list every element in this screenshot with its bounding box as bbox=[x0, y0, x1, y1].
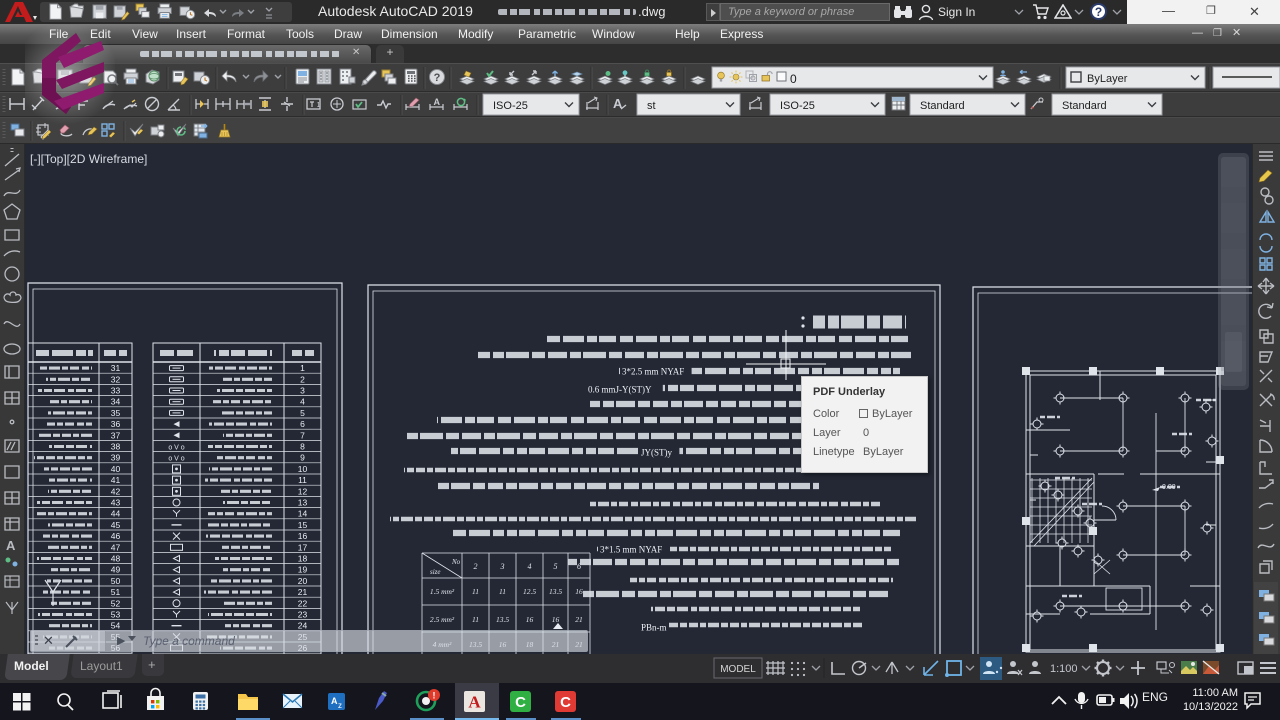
svg-text:2: 2 bbox=[474, 562, 478, 571]
svg-text:size: size bbox=[430, 568, 441, 576]
svg-text:3*1.5 mm NYAF: 3*1.5 mm NYAF bbox=[600, 545, 662, 555]
svg-text:No: No bbox=[451, 558, 461, 566]
svg-text:49: 49 bbox=[111, 565, 121, 575]
svg-text:20: 20 bbox=[298, 576, 308, 586]
svg-text:44: 44 bbox=[111, 509, 121, 519]
svg-text:34: 34 bbox=[111, 397, 121, 407]
svg-text:19: 19 bbox=[298, 565, 308, 575]
svg-text:32: 32 bbox=[111, 374, 121, 384]
svg-text:11: 11 bbox=[298, 475, 307, 485]
svg-text:12.5: 12.5 bbox=[523, 587, 536, 596]
svg-text:2: 2 bbox=[300, 374, 305, 384]
svg-text:45: 45 bbox=[111, 520, 121, 530]
svg-text:4: 4 bbox=[528, 562, 532, 571]
svg-text:0.00: 0.00 bbox=[1162, 484, 1176, 491]
svg-text:st: st bbox=[647, 100, 656, 112]
svg-text:47: 47 bbox=[111, 542, 121, 552]
svg-text:16: 16 bbox=[575, 587, 583, 596]
svg-text:11: 11 bbox=[472, 587, 479, 596]
svg-text:11: 11 bbox=[472, 615, 479, 624]
svg-text:53: 53 bbox=[111, 610, 121, 620]
svg-text:42: 42 bbox=[111, 486, 121, 496]
svg-text:41: 41 bbox=[111, 475, 121, 485]
svg-text:50: 50 bbox=[111, 576, 121, 586]
svg-text:16: 16 bbox=[552, 615, 560, 624]
svg-text:14: 14 bbox=[298, 509, 308, 519]
svg-text:35: 35 bbox=[111, 408, 121, 418]
svg-text:13.5: 13.5 bbox=[496, 615, 509, 624]
svg-text:39: 39 bbox=[111, 453, 121, 463]
svg-text:38: 38 bbox=[111, 442, 121, 452]
svg-text:36: 36 bbox=[111, 419, 121, 429]
svg-text:43: 43 bbox=[111, 498, 121, 508]
svg-text:31: 31 bbox=[111, 363, 121, 373]
svg-text:8: 8 bbox=[300, 442, 305, 452]
svg-text:A: A bbox=[434, 97, 441, 107]
svg-text:15: 15 bbox=[298, 520, 308, 530]
svg-text:40: 40 bbox=[111, 464, 121, 474]
svg-text:16: 16 bbox=[526, 615, 534, 624]
svg-text:?: ? bbox=[434, 72, 441, 84]
svg-text:C: C bbox=[515, 694, 526, 711]
svg-text:PBn-m: PBn-m bbox=[641, 623, 667, 633]
svg-text:MODEL: MODEL bbox=[720, 664, 756, 675]
svg-text:1:100: 1:100 bbox=[1050, 663, 1078, 675]
svg-text:6: 6 bbox=[300, 419, 305, 429]
svg-text:2.5 mm²: 2.5 mm² bbox=[430, 615, 455, 624]
svg-text:1.5 mm²: 1.5 mm² bbox=[430, 587, 455, 596]
svg-text:23: 23 bbox=[298, 610, 308, 620]
svg-text:7: 7 bbox=[300, 430, 305, 440]
svg-text:3*2.5 mm NYAF: 3*2.5 mm NYAF bbox=[622, 367, 684, 377]
svg-text:JY(ST)y: JY(ST)y bbox=[641, 448, 672, 458]
svg-text:1: 1 bbox=[317, 102, 321, 109]
svg-text:13.5: 13.5 bbox=[549, 587, 562, 596]
svg-text:A: A bbox=[6, 538, 16, 553]
svg-text:0.6 mmJ-Y(ST)Y: 0.6 mmJ-Y(ST)Y bbox=[588, 385, 652, 395]
svg-text:51: 51 bbox=[111, 587, 121, 597]
svg-text:11: 11 bbox=[499, 587, 506, 596]
svg-text:C: C bbox=[560, 694, 571, 711]
svg-text:ByLayer: ByLayer bbox=[1087, 73, 1128, 85]
svg-text:6: 6 bbox=[577, 562, 581, 571]
svg-text:16: 16 bbox=[298, 531, 308, 541]
svg-text:9: 9 bbox=[300, 453, 305, 463]
svg-text:A: A bbox=[331, 696, 338, 706]
svg-text:ISO-25: ISO-25 bbox=[493, 100, 528, 112]
svg-text:13: 13 bbox=[298, 498, 308, 508]
svg-text:1: 1 bbox=[300, 363, 305, 373]
svg-text:37: 37 bbox=[111, 430, 121, 440]
svg-text:ISO-25: ISO-25 bbox=[780, 100, 815, 112]
svg-text:0: 0 bbox=[790, 72, 797, 86]
svg-text:5: 5 bbox=[554, 562, 558, 571]
svg-text:3: 3 bbox=[300, 386, 305, 396]
svg-text:12: 12 bbox=[298, 486, 308, 496]
svg-text:48: 48 bbox=[111, 554, 121, 564]
svg-text:22: 22 bbox=[298, 598, 308, 608]
svg-text:52: 52 bbox=[111, 598, 121, 608]
svg-text:Standard: Standard bbox=[920, 100, 965, 112]
svg-text:3: 3 bbox=[500, 562, 505, 571]
svg-text:46: 46 bbox=[111, 531, 121, 541]
svg-text:17: 17 bbox=[298, 542, 308, 552]
svg-text:21: 21 bbox=[298, 587, 308, 597]
svg-text:21: 21 bbox=[575, 615, 583, 624]
svg-text:Standard: Standard bbox=[1062, 100, 1107, 112]
svg-text:5: 5 bbox=[300, 408, 305, 418]
svg-text:o V o: o V o bbox=[168, 456, 184, 463]
svg-text:10: 10 bbox=[298, 464, 308, 474]
svg-text:z: z bbox=[338, 701, 342, 710]
svg-text:4: 4 bbox=[300, 397, 305, 407]
svg-text:33: 33 bbox=[111, 386, 121, 396]
svg-text:!: ! bbox=[433, 691, 436, 701]
svg-text:o V o: o V o bbox=[168, 445, 184, 452]
svg-text:18: 18 bbox=[298, 554, 308, 564]
svg-text:A: A bbox=[468, 693, 481, 712]
